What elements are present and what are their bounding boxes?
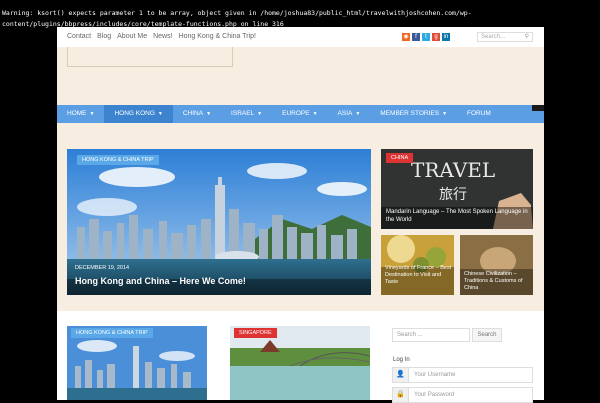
category-tag[interactable]: HONG KONG & CHINA TRIP (77, 155, 159, 165)
social-icons: ◉ f t g in (402, 33, 450, 41)
top-link-about[interactable]: About Me (117, 33, 147, 40)
nav-home[interactable]: HOME ▼ (57, 105, 104, 123)
nav-forum[interactable]: FORUM (457, 105, 501, 123)
top-link-trip[interactable]: Hong Kong & China Trip! (179, 33, 256, 40)
nav-china[interactable]: CHINA ▼ (173, 105, 221, 123)
site-header (57, 47, 544, 105)
chevron-down-icon: ▼ (206, 111, 212, 117)
chevron-down-icon: ▼ (355, 111, 361, 117)
sidebar-search-button[interactable]: Search (472, 328, 502, 342)
nav-search-toggle[interactable] (532, 105, 544, 111)
side-post-mandarin[interactable]: TRAVEL 旅行 CHINA Mandarin Language – The … (381, 149, 533, 229)
sidebar-search-input[interactable]: Search ... (392, 328, 470, 342)
category-tag[interactable]: CHINA (386, 153, 414, 163)
post-card-singapore[interactable]: SINGAPORE (230, 326, 370, 400)
chalk-text-travel: TRAVEL (411, 158, 495, 182)
hero-title[interactable]: Hong Kong and China – Here We Come! (75, 276, 246, 286)
post-card-hong-kong[interactable]: HONG KONG & CHINA TRIP (67, 326, 207, 400)
side-post-vineyards[interactable]: Vineyards of France – Best Destination t… (381, 235, 454, 295)
google-plus-icon[interactable]: g (432, 33, 440, 41)
facebook-icon[interactable]: f (412, 33, 420, 41)
linkedin-icon[interactable]: in (442, 33, 450, 41)
main-nav: HOME ▼ HONG KONG ▼ CHINA ▼ ISRAEL ▼ EUROPE ▼ … (57, 105, 544, 123)
category-tag[interactable]: HONG KONG & CHINA TRIP (71, 328, 153, 338)
side-post-title[interactable]: Mandarin Language – The Most Spoken Lang… (386, 209, 531, 224)
nav-asia[interactable]: ASIA ▼ (328, 105, 371, 123)
hero-post[interactable]: HONG KONG & CHINA TRIP DECEMBER 19, 2014… (67, 149, 371, 295)
top-search-input[interactable]: Search... ⚲ (477, 32, 533, 42)
side-post-title[interactable]: Vineyards of France – Best Destination t… (385, 265, 453, 286)
top-link-news[interactable]: News! (153, 33, 172, 40)
nav-israel[interactable]: ISRAEL ▼ (221, 105, 272, 123)
nav-hong-kong[interactable]: HONG KONG ▼ (104, 105, 173, 123)
side-post-title[interactable]: Chinese Civilization – Traditions & Cust… (464, 271, 532, 292)
hong-kong-skyline-image (67, 149, 371, 295)
chevron-down-icon: ▼ (312, 111, 318, 117)
latest-posts-section: HONG KONG & CHINA TRIP SINGAPORE Search … (57, 311, 544, 403)
top-link-contact[interactable]: Contact (67, 33, 91, 40)
chevron-down-icon: ▼ (157, 111, 163, 117)
sidebar-search: Search ... Search (392, 328, 502, 342)
chevron-down-icon: ▼ (89, 111, 95, 117)
logo-area[interactable] (67, 47, 233, 67)
site-container: Contact Blog About Me News! Hong Kong & … (57, 27, 544, 403)
search-icon: ⚲ (524, 34, 529, 40)
top-bar: Contact Blog About Me News! Hong Kong & … (57, 27, 544, 47)
side-post-chinese-civilization[interactable]: Chinese Civilization – Traditions & Cust… (460, 235, 533, 295)
top-link-blog[interactable]: Blog (97, 33, 111, 40)
username-placeholder: Your Username (414, 372, 456, 378)
login-heading: Log In (393, 357, 410, 363)
twitter-icon[interactable]: t (422, 33, 430, 41)
nav-member-stories[interactable]: MEMBER STORIES ▼ (370, 105, 457, 123)
user-icon: 👤 (393, 368, 409, 382)
password-placeholder: Your Password (414, 392, 455, 398)
nav-europe[interactable]: EUROPE ▼ (272, 105, 327, 123)
chalk-text-chinese: 旅行 (439, 187, 467, 203)
username-field[interactable]: 👤 Your Username (392, 367, 533, 383)
rss-icon[interactable]: ◉ (402, 33, 410, 41)
post-date: DECEMBER 19, 2014 (75, 265, 130, 271)
top-links: Contact Blog About Me News! Hong Kong & … (67, 33, 256, 40)
password-field[interactable]: 🔒 Your Password (392, 387, 533, 403)
category-tag[interactable]: SINGAPORE (234, 328, 277, 338)
chevron-down-icon: ▼ (257, 111, 263, 117)
chevron-down-icon: ▼ (442, 111, 448, 117)
